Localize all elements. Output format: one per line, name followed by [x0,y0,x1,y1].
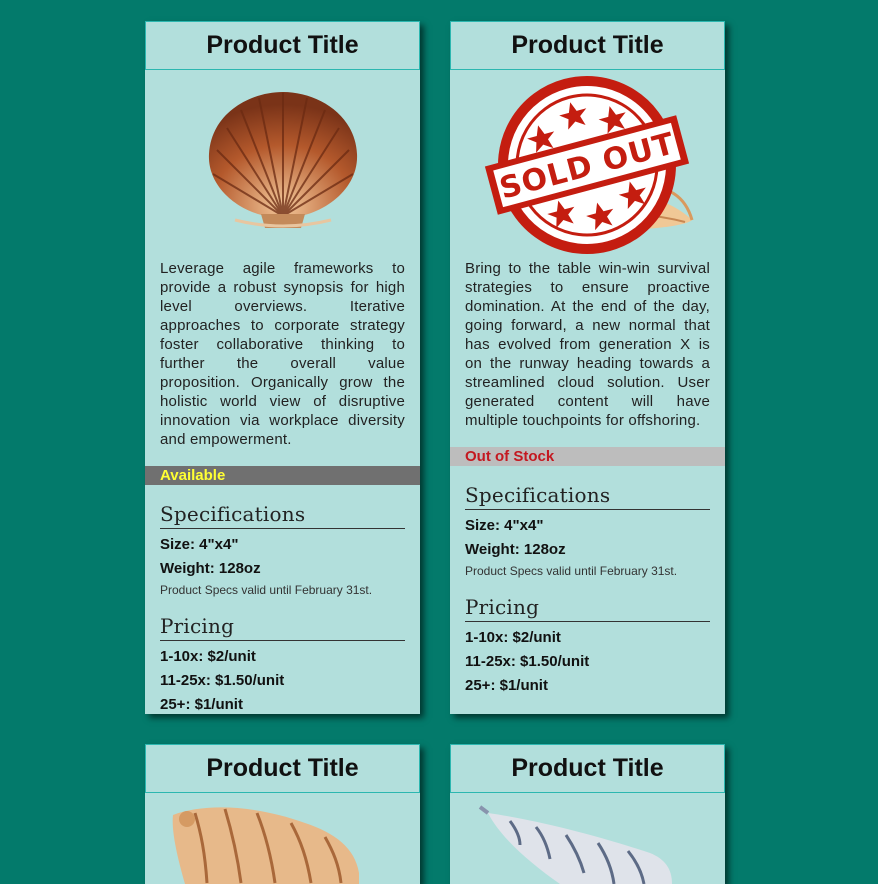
price-tier: 11-25x: $1.50/unit [465,653,590,670]
specs-note: Product Specs valid until February 31st. [160,583,373,597]
status-badge: Out of Stock [450,447,725,466]
sold-out-stamp-icon: SOLD OUT [484,76,690,254]
specifications-heading: Specifications [160,502,405,529]
product-card-1: Product Title Leverage agile frameworks … [145,21,420,714]
price-tier: 11-25x: $1.50/unit [160,672,285,689]
product-title: Product Title [450,744,725,793]
product-image-whelk-shell [145,793,420,884]
product-card-4: Product Title [450,744,725,884]
product-image-conch-shell: SOLD OUT [450,70,725,259]
specifications-section: Specifications Size: 4"x4" Weight: 128oz… [145,502,420,717]
spec-size: Size: 4"x4" [465,517,544,534]
product-title: Product Title [145,21,420,70]
product-image-scallop-shell [145,70,420,259]
product-title: Product Title [145,744,420,793]
price-tier: 1-10x: $2/unit [160,648,256,665]
spec-weight: Weight: 128oz [160,560,261,577]
spec-weight: Weight: 128oz [465,541,566,558]
specs-note: Product Specs valid until February 31st. [465,564,678,578]
status-badge: Available [145,466,420,485]
pricing-heading: Pricing [160,614,405,641]
product-card-2: Product Title SOLD OUT Bring to the tabl… [450,21,725,714]
product-image-spiral-shell [450,793,725,884]
price-tier: 25+: $1/unit [465,677,548,694]
price-tier: 1-10x: $2/unit [465,629,561,646]
pricing-heading: Pricing [465,595,710,622]
specifications-section: Specifications Size: 4"x4" Weight: 128oz… [450,483,725,698]
spec-size: Size: 4"x4" [160,536,239,553]
product-card-3: Product Title [145,744,420,884]
price-tier: 25+: $1/unit [160,696,243,713]
product-description: Leverage agile frameworks to provide a r… [160,260,405,448]
product-description: Bring to the table win-win survival stra… [465,260,710,429]
product-title: Product Title [450,21,725,70]
specifications-heading: Specifications [465,483,710,510]
